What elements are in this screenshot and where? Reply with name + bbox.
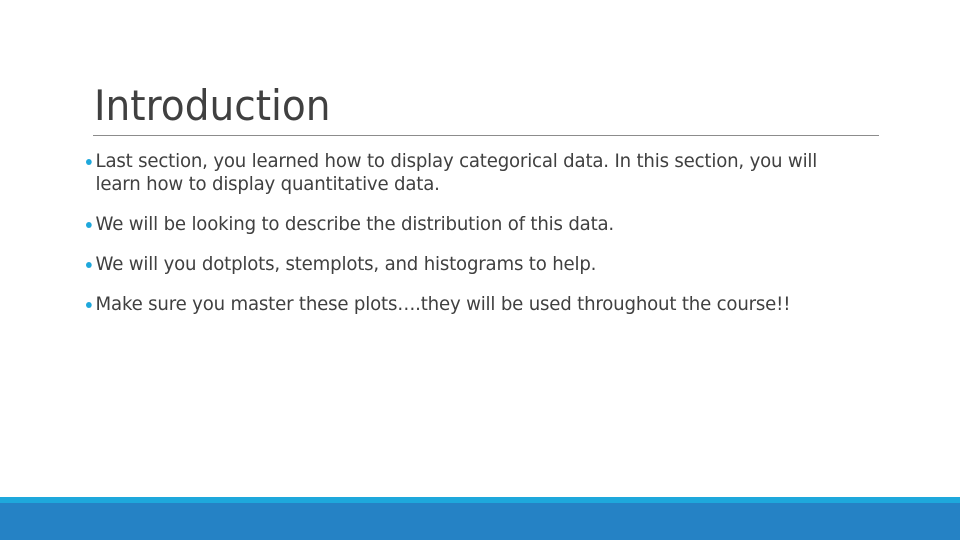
bullet-text: Last section, you learned how to display… — [95, 150, 818, 195]
bullet-text: We will you dotplots, stemplots, and his… — [95, 253, 597, 275]
bullet-item: We will be looking to describe the distr… — [86, 213, 850, 236]
bullet-dot-icon — [86, 159, 92, 165]
bullet-list: Last section, you learned how to display… — [86, 150, 886, 334]
title-divider — [93, 135, 879, 136]
footer-bar — [0, 503, 960, 540]
slide: Introduction Last section, you learned h… — [0, 0, 960, 540]
bullet-text: We will be looking to describe the distr… — [95, 213, 615, 235]
bullet-item: We will you dotplots, stemplots, and his… — [86, 253, 850, 276]
bullet-item: Make sure you master these plots….they w… — [86, 293, 850, 316]
bullet-dot-icon — [86, 302, 92, 308]
slide-title: Introduction — [94, 81, 331, 130]
bullet-dot-icon — [86, 222, 92, 228]
bullet-dot-icon — [86, 262, 92, 268]
bullet-item: Last section, you learned how to display… — [86, 150, 850, 196]
bullet-text: Make sure you master these plots….they w… — [95, 293, 791, 315]
